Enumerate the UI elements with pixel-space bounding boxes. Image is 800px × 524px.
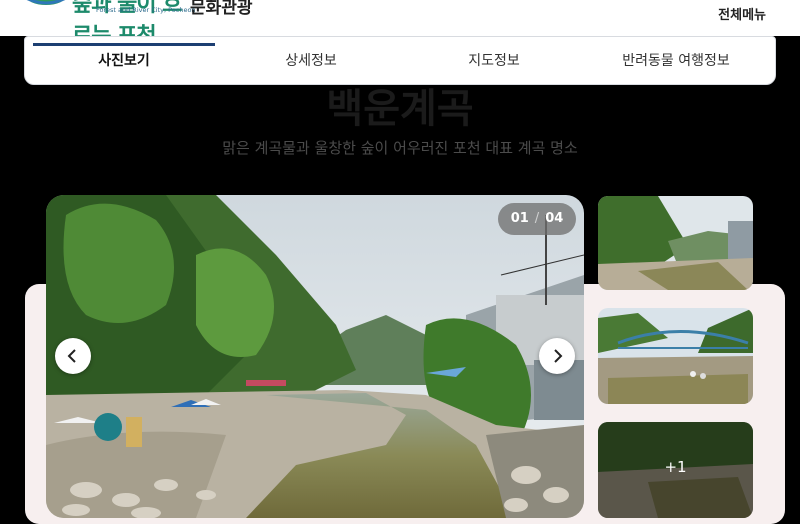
- thumbnail-photo: [598, 196, 753, 290]
- slide-total: 04: [545, 211, 564, 226]
- logo-mark-icon: [26, 0, 66, 5]
- main-photo[interactable]: 01/04: [46, 195, 584, 518]
- slide-counter: 01/04: [498, 203, 576, 235]
- all-menu-button[interactable]: 전체메뉴: [718, 4, 766, 23]
- thumbnail-2[interactable]: [598, 308, 753, 404]
- next-slide-button[interactable]: [539, 338, 575, 374]
- more-photos-count: +1: [598, 422, 753, 518]
- section-title: 문화관광: [190, 0, 253, 18]
- slide-current: 01: [510, 211, 529, 226]
- hero-description: 맑은 계곡물과 울창한 숲이 어우러진 포천 대표 계곡 명소: [222, 139, 578, 157]
- hero-title: 백운계곡: [326, 86, 474, 132]
- chevron-right-icon: [554, 349, 563, 363]
- valley-stream-photo: [46, 195, 584, 518]
- logo-tagline: Forest and River City, Pocheon: [96, 6, 196, 14]
- site-logo[interactable]: 숲과 물이 흐르는 포천 Forest and River City, Poch…: [24, 0, 196, 49]
- prev-slide-button[interactable]: [55, 338, 91, 374]
- thumbnail-3[interactable]: +1: [598, 422, 753, 518]
- chevron-left-icon: [67, 349, 76, 363]
- thumbnail-1[interactable]: [598, 196, 753, 290]
- site-header: 숲과 물이 흐르는 포천 Forest and River City, Poch…: [0, 0, 800, 49]
- thumbnail-photo: [598, 308, 753, 404]
